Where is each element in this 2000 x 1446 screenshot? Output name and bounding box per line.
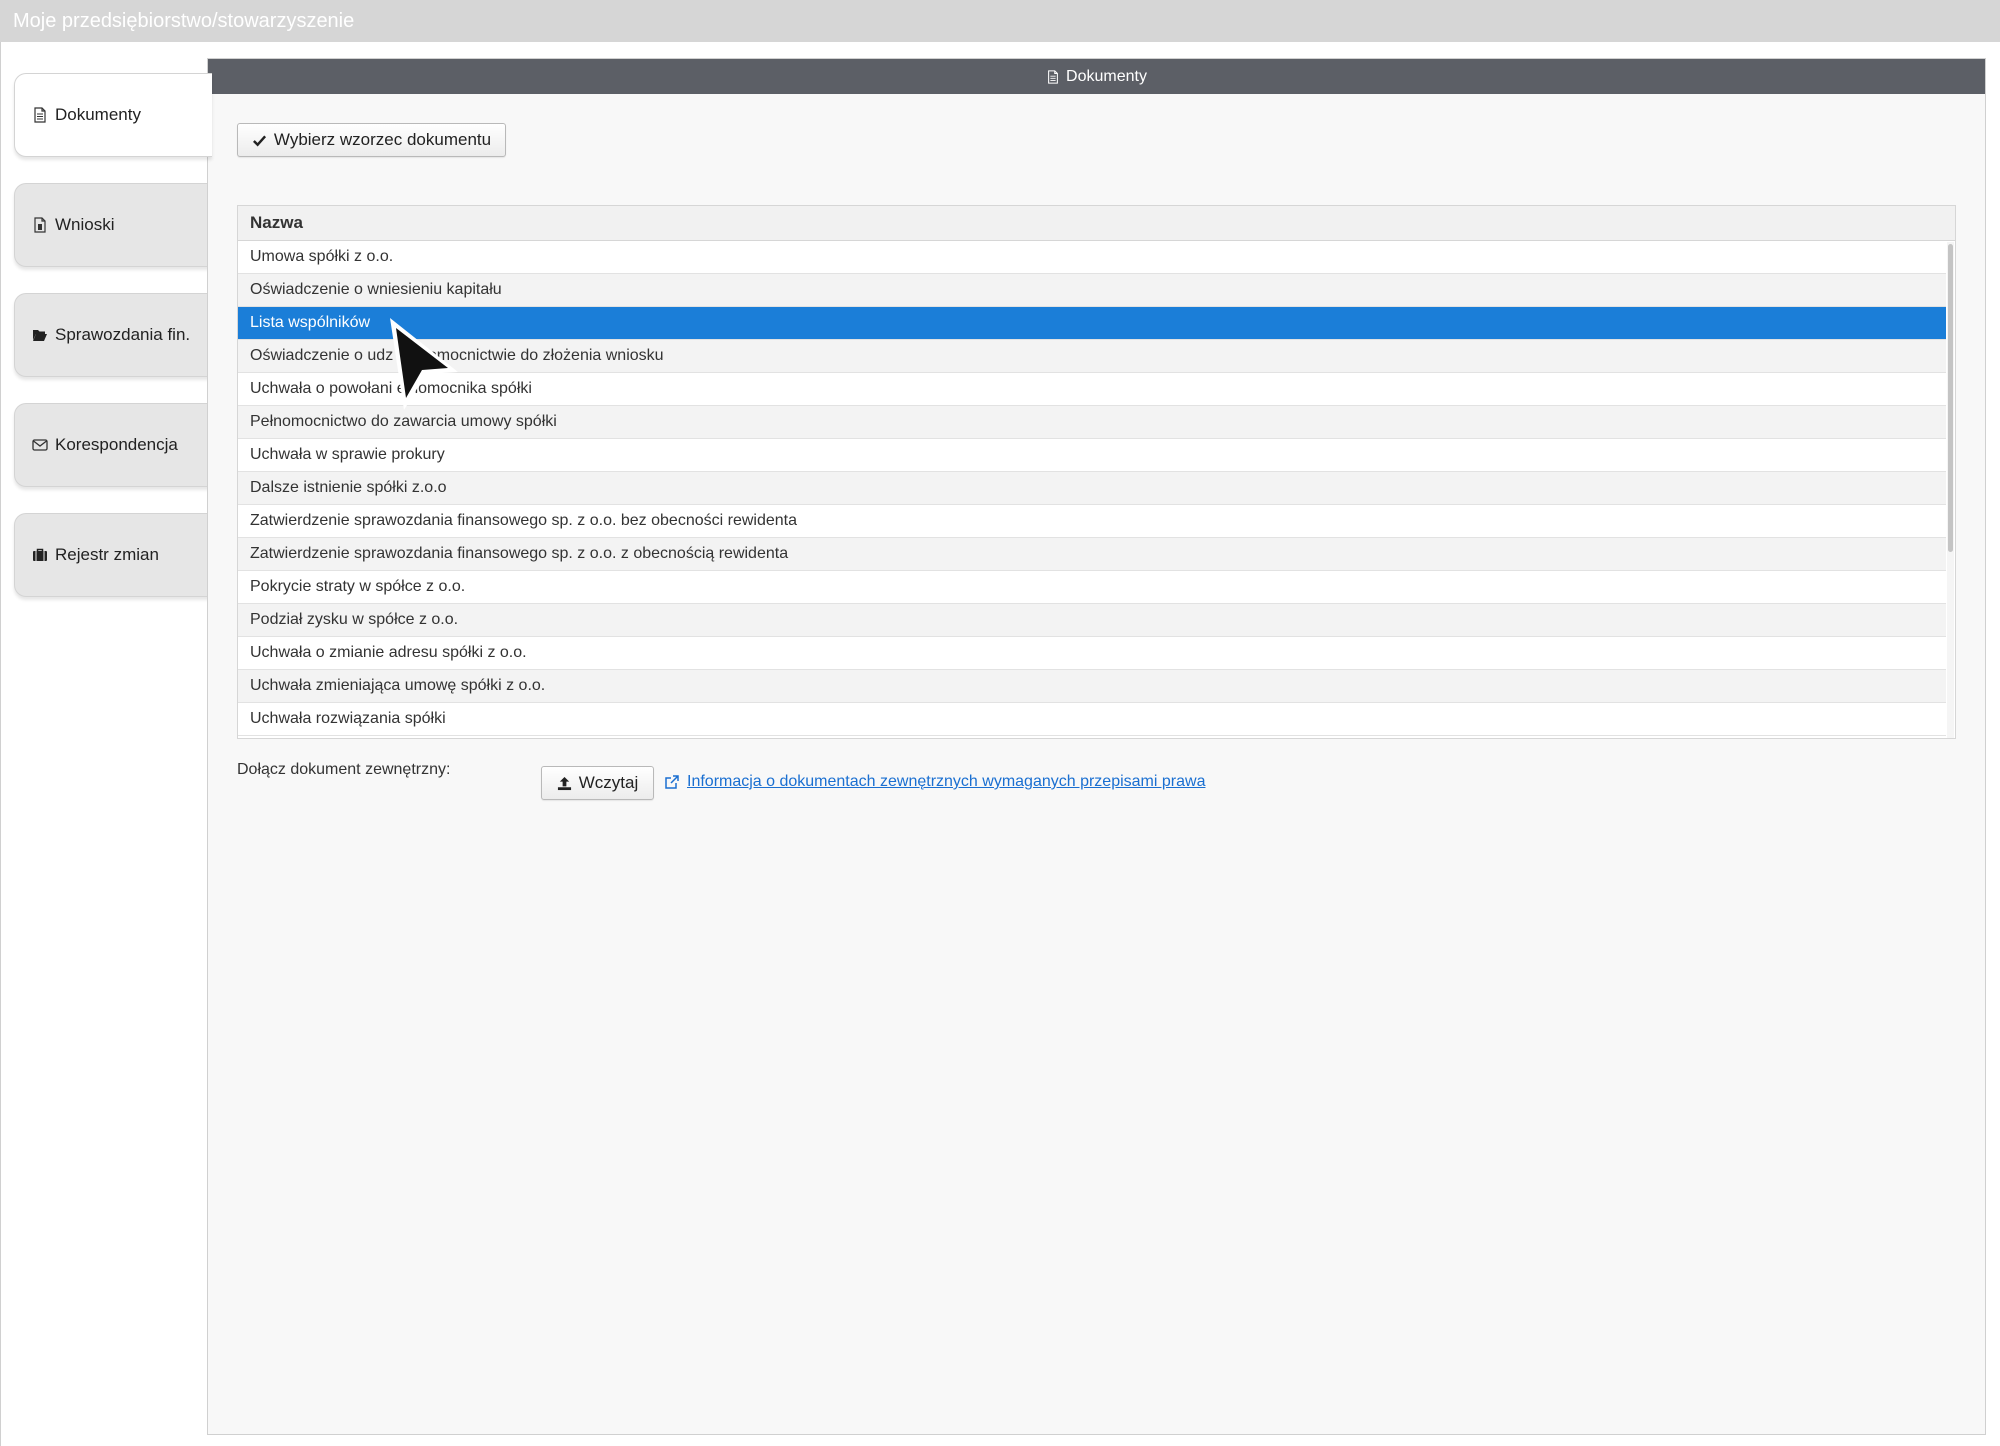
sidebar-item-label: Rejestr zmian xyxy=(55,545,159,564)
folder-open-icon xyxy=(31,326,49,344)
table-row[interactable]: Oświadczenie o udz pełnomocnictwie do zł… xyxy=(238,340,1946,373)
window-frame-left xyxy=(0,42,1,1446)
sidebar-item-korespondencja[interactable]: Korespondencja xyxy=(14,403,210,487)
sidebar-item-dokumenty[interactable]: Dokumenty xyxy=(14,73,212,157)
sidebar-item-label: Dokumenty xyxy=(55,105,141,124)
table-row[interactable]: Pełnomocnictwo do zawarcia umowy spółki xyxy=(238,406,1946,439)
table-row[interactable]: Uchwała zmieniająca umowę spółki z o.o. xyxy=(238,670,1946,703)
request-document-icon xyxy=(31,216,49,234)
table-row[interactable]: Lista wspólników xyxy=(238,307,1946,340)
table-row[interactable]: Dalsze istnienie spółki z.o.o xyxy=(238,472,1946,505)
document-icon xyxy=(1046,69,1060,84)
envelope-icon xyxy=(31,436,49,454)
table-row[interactable]: Zatwierdzenie sprawozdania finansowego s… xyxy=(238,538,1946,571)
sidebar-item-sprawozdania[interactable]: Sprawozdania fin. xyxy=(14,293,210,377)
checkmark-icon xyxy=(252,133,267,148)
sidebar-item-wnioski[interactable]: Wnioski xyxy=(14,183,210,267)
table-rows: Umowa spółki z o.o. Oświadczenie o wniesi… xyxy=(238,241,1946,736)
sidebar-item-label: Sprawozdania fin. xyxy=(55,325,191,344)
sidebar-item-label: Korespondencja xyxy=(55,435,178,454)
table-row[interactable]: Umowa spółki z o.o. xyxy=(238,241,1946,274)
table-row[interactable]: Uchwała rozwiązania spółki xyxy=(238,703,1946,736)
column-header-nazwa[interactable]: Nazwa xyxy=(238,206,1955,241)
attach-external-label: Dołącz dokument zewnętrzny: xyxy=(237,761,451,778)
table-row[interactable]: Oświadczenie o wniesieniu kapitału xyxy=(238,274,1946,307)
table-row[interactable]: Podział zysku w spółce z o.o. xyxy=(238,604,1946,637)
external-docs-info-link[interactable]: Informacja o dokumentach zewnętrznych wy… xyxy=(664,773,1205,791)
panel-header: Dokumenty xyxy=(208,59,1985,94)
documents-table: Nazwa Umowa spółki z o.o. Oświadczenie o … xyxy=(237,205,1956,739)
briefcase-icon xyxy=(31,546,49,564)
choose-template-label: Wybierz wzorzec dokumentu xyxy=(273,130,492,149)
upload-icon xyxy=(557,776,572,791)
table-row[interactable]: Uchwała o zmianie adresu spółki z o.o. xyxy=(238,637,1946,670)
sidebar-item-label: Wnioski xyxy=(55,215,115,234)
table-scrollbar[interactable] xyxy=(1947,242,1954,738)
sidebar-item-rejestr-zmian[interactable]: Rejestr zmian xyxy=(14,513,210,597)
info-link-label: Informacja o dokumentach zewnętrznych wy… xyxy=(687,773,1206,790)
table-row[interactable]: Uchwała w sprawie prokury xyxy=(238,439,1946,472)
load-button[interactable]: Wczytaj xyxy=(541,766,654,800)
table-row[interactable]: Zatwierdzenie sprawozdania finansowego s… xyxy=(238,505,1946,538)
documents-panel: Dokumenty Wybierz wzorzec dokumentu Nazw… xyxy=(207,58,1986,1435)
scrollbar-thumb[interactable] xyxy=(1948,244,1953,552)
table-row[interactable]: Uchwała o powołani ełnomocnika spółki xyxy=(238,373,1946,406)
table-row[interactable]: Pokrycie straty w spółce z o.o. xyxy=(238,571,1946,604)
document-icon xyxy=(31,106,49,124)
window-title: Moje przedsiębiorstwo/stowarzyszenie xyxy=(0,0,2000,42)
choose-template-button[interactable]: Wybierz wzorzec dokumentu xyxy=(237,123,506,157)
load-button-label: Wczytaj xyxy=(578,773,639,792)
panel-title: Dokumenty xyxy=(1066,67,1147,85)
external-link-icon xyxy=(664,774,680,790)
